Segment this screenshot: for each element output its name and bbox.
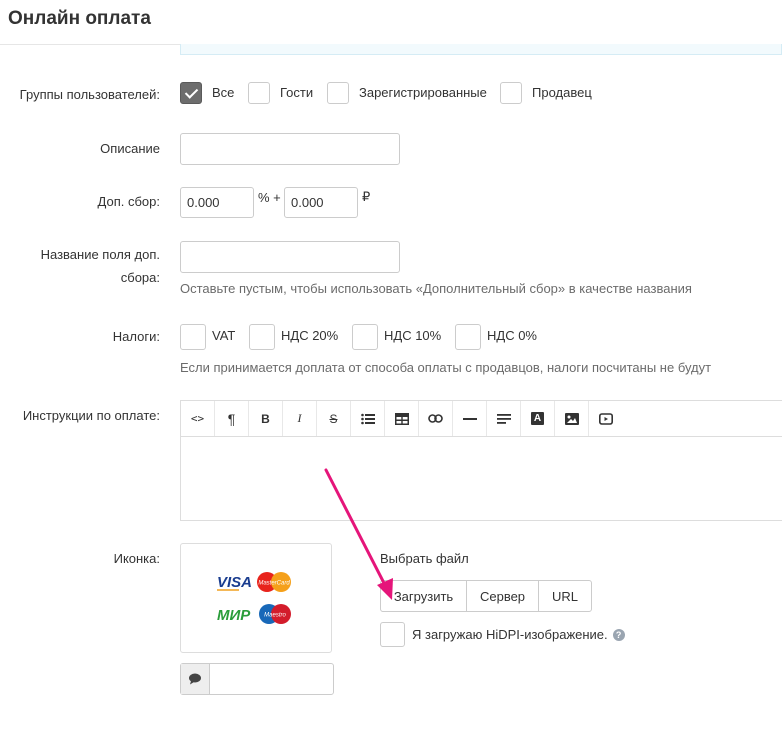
paragraph-glyph: ¶ [227, 410, 236, 427]
page-title: Онлайн оплата [8, 8, 151, 29]
horizontal-rule-icon[interactable] [453, 401, 487, 436]
mastercard-logo-text: MasterCard [258, 581, 290, 587]
description-input[interactable] [180, 133, 400, 165]
surcharge-title-input[interactable] [180, 241, 400, 273]
surcharge-title-label-line2: сбора: [120, 270, 160, 285]
user-group-registered-label: Зарегистрированные [359, 85, 487, 100]
user-group-all-label: Все [212, 85, 235, 100]
user-group-all-checkbox[interactable] [180, 82, 202, 104]
description-label: Описание [100, 141, 160, 156]
italic-icon[interactable]: I [283, 401, 317, 436]
taxes-label: Налоги: [112, 329, 160, 344]
hidpi-label: Я загружаю HiDPI-изображение. [412, 627, 608, 642]
user-group-registered-checkbox[interactable] [327, 82, 349, 104]
taxes-hint: Если принимается доплата от способа опла… [180, 360, 712, 375]
payment-logos-image: VISA MasterCard МИР Maestro [217, 572, 291, 624]
instructions-label: Инструкции по оплате: [22, 408, 160, 423]
upload-button[interactable]: Загрузить [380, 580, 467, 612]
comment-icon [181, 664, 210, 694]
server-button[interactable]: Сервер [466, 580, 539, 612]
video-icon[interactable] [589, 401, 623, 436]
choose-file-label: Выбрать файл [380, 551, 469, 566]
italic-glyph: I [297, 411, 302, 425]
surcharge-title-hint: Оставьте пустым, чтобы использовать «Доп… [180, 281, 692, 296]
tax-vat-checkbox[interactable] [180, 324, 206, 350]
font-color-glyph: A [531, 412, 544, 425]
editor-toolbar: <> ¶ B I S A [181, 401, 782, 437]
currency-sign: ₽ [362, 189, 371, 204]
tax-nds10-checkbox[interactable] [352, 324, 378, 350]
file-source-buttons: Загрузить Сервер URL [380, 580, 592, 612]
user-group-seller-checkbox[interactable] [500, 82, 522, 104]
icon-label: Иконка: [113, 551, 160, 566]
url-button[interactable]: URL [538, 580, 592, 612]
surcharge-title-label-line1: Название поля доп. [40, 247, 160, 262]
hidpi-checkbox[interactable] [380, 622, 405, 647]
bold-glyph: B [261, 411, 270, 426]
tax-nds0-label: НДС 0% [487, 328, 537, 343]
tax-vat-label: VAT [212, 328, 236, 343]
user-group-guests-checkbox[interactable] [248, 82, 270, 104]
align-icon[interactable] [487, 401, 521, 436]
user-group-seller-label: Продавец [532, 85, 592, 100]
code-icon[interactable]: <> [181, 401, 215, 436]
icon-preview: VISA MasterCard МИР Maestro [180, 543, 332, 653]
info-strip [180, 44, 782, 55]
instructions-editor[interactable]: <> ¶ B I S A [180, 400, 782, 521]
mir-logo-text: МИР [217, 607, 251, 624]
tax-nds20-label: НДС 20% [281, 328, 339, 343]
surcharge-label: Доп. сбор: [97, 194, 160, 209]
table-icon[interactable] [385, 401, 419, 436]
code-glyph: <> [190, 412, 205, 425]
surcharge-percent-input[interactable] [180, 187, 254, 218]
paragraph-icon[interactable]: ¶ [215, 401, 249, 436]
tax-nds20-checkbox[interactable] [249, 324, 275, 350]
tax-nds0-checkbox[interactable] [455, 324, 481, 350]
font-color-icon[interactable]: A [521, 401, 555, 436]
visa-logo-text: VISA [217, 574, 252, 591]
percent-plus-sign: % + [258, 190, 281, 205]
user-group-guests-label: Гости [280, 85, 314, 100]
strikethrough-glyph: S [329, 411, 338, 426]
image-icon[interactable] [555, 401, 589, 436]
hidpi-label-wrap: Я загружаю HiDPI-изображение.? [412, 624, 625, 646]
maestro-logo-text: Maestro [264, 613, 286, 619]
strikethrough-icon[interactable]: S [317, 401, 351, 436]
bold-icon[interactable]: B [249, 401, 283, 436]
alt-text-field[interactable] [180, 663, 334, 695]
unordered-list-icon[interactable] [351, 401, 385, 436]
help-icon[interactable]: ? [612, 629, 625, 641]
user-groups-label: Группы пользователей: [19, 87, 160, 102]
surcharge-fixed-input[interactable] [284, 187, 358, 218]
link-icon[interactable] [419, 401, 453, 436]
tax-nds10-label: НДС 10% [384, 328, 442, 343]
